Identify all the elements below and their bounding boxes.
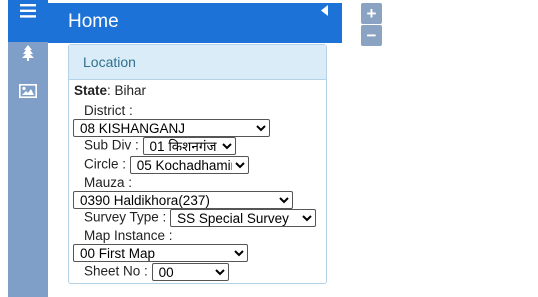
circle-label: Circle : xyxy=(84,156,127,172)
state-row: State: Bihar xyxy=(74,83,146,98)
survey-type-select[interactable]: SS Special Survey xyxy=(170,209,317,227)
mauza-label: Mauza : xyxy=(84,175,133,190)
survey-type-label: Survey Type : xyxy=(84,209,167,225)
state-label: State xyxy=(74,83,108,98)
district-select[interactable]: 08 KISHANGANJ xyxy=(73,119,270,137)
hamburger-menu-icon xyxy=(20,4,36,18)
sidebar-item-image[interactable] xyxy=(8,81,48,101)
sidebar-item-tree[interactable] xyxy=(8,42,48,64)
sheet-no-label: Sheet No : xyxy=(84,263,148,279)
state-value: : Bihar xyxy=(107,83,147,98)
sheet-no-select[interactable]: 00 xyxy=(151,263,229,281)
image-icon xyxy=(19,84,37,98)
location-panel-heading: Location xyxy=(69,45,326,80)
map-instance-label: Map Instance : xyxy=(84,228,173,243)
circle-select[interactable]: 05 Kochadhamin xyxy=(129,156,249,174)
map-instance-select[interactable]: 00 First Map xyxy=(73,244,248,262)
district-label: District : xyxy=(84,103,133,118)
zoom-in-button[interactable]: + xyxy=(361,3,382,24)
zoom-out-button[interactable]: − xyxy=(361,25,382,46)
mauza-select[interactable]: 0390 Haldikhora(237) xyxy=(73,191,293,209)
caret-left-icon[interactable] xyxy=(321,5,328,19)
location-panel: Location State: Bihar District : 08 KISH… xyxy=(68,44,327,284)
header-bar: Home xyxy=(48,3,342,43)
subdiv-select[interactable]: 01 किशनगंज xyxy=(142,137,236,155)
subdiv-label: Sub Div : xyxy=(84,137,139,153)
menu-button[interactable] xyxy=(8,0,48,42)
page-title: Home xyxy=(68,11,119,32)
tree-icon xyxy=(22,45,34,61)
